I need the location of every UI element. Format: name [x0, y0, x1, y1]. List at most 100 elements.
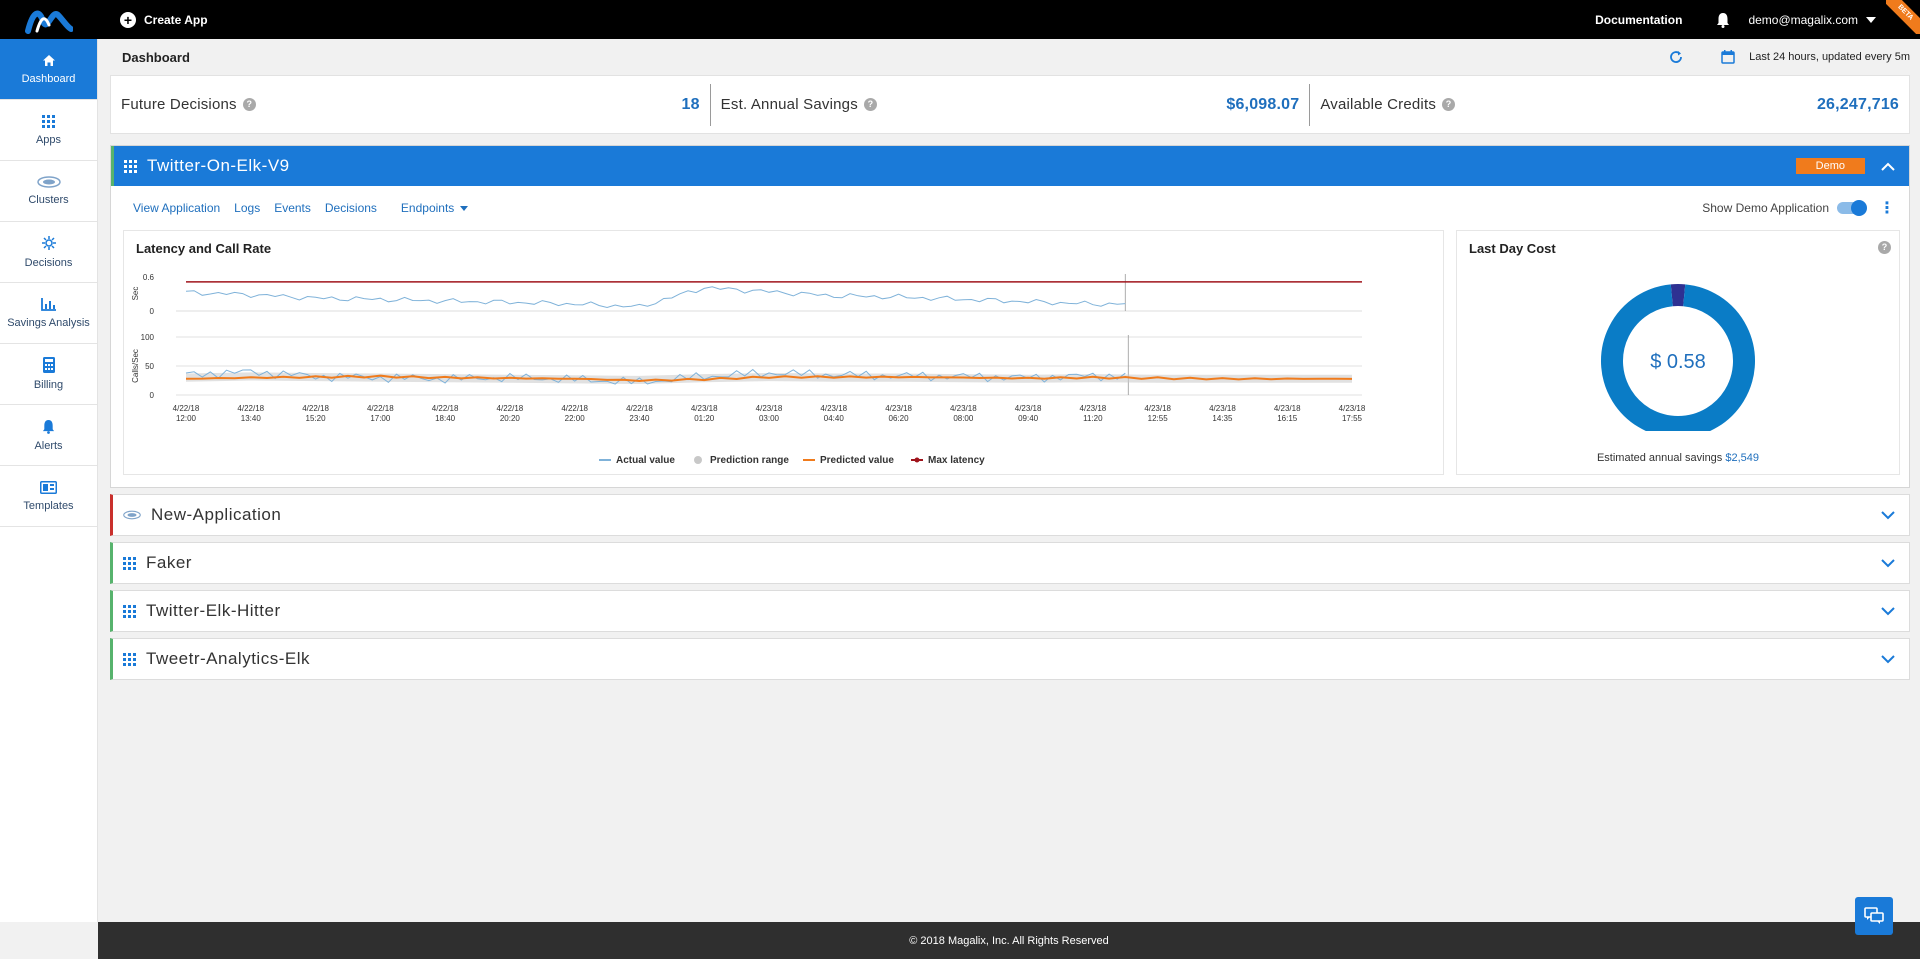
y-axis-label: Sec: [131, 287, 140, 301]
events-link[interactable]: Events: [274, 201, 311, 215]
app-toolbar: View Application Logs Events Decisions E…: [111, 186, 1909, 230]
grid-icon: [124, 159, 137, 173]
sidebar-item-decisions[interactable]: Decisions: [0, 222, 97, 283]
y-axis-label: Calls/Sec: [131, 349, 140, 383]
chevron-down-icon[interactable]: [1881, 606, 1895, 616]
user-menu[interactable]: demo@magalix.com: [1748, 13, 1876, 27]
x-tick-date: 4/23/18: [1015, 404, 1042, 413]
legend-label: Prediction range: [710, 455, 789, 466]
bell-icon: [42, 419, 55, 434]
x-tick-label: 4/23/18 09:40: [1015, 404, 1042, 423]
cost-donut-chart: $ 0.58: [1601, 284, 1755, 438]
sidebar-item-label: Savings Analysis: [7, 317, 90, 329]
sidebar-item-label: Decisions: [24, 257, 73, 269]
chevron-down-icon[interactable]: [1881, 510, 1895, 520]
chat-icon: [1864, 907, 1884, 924]
chevron-down-icon[interactable]: [1881, 558, 1895, 568]
view-application-link[interactable]: View Application: [133, 201, 220, 215]
app-row[interactable]: New-Application: [110, 494, 1910, 536]
x-tick-date: 4/22/18: [432, 404, 459, 413]
x-tick-time: 06:20: [889, 414, 910, 423]
legend-marker: [914, 457, 920, 463]
sidebar-item-label: Dashboard: [21, 72, 76, 85]
create-app-label: Create App: [144, 12, 208, 27]
app-header[interactable]: Twitter-On-Elk-V9 Demo: [111, 146, 1909, 186]
latency-call-rate-chart: 0.60Sec100500Calls/Sec4/22/18 12:004/22/1…: [131, 273, 1366, 466]
documentation-link[interactable]: Documentation: [1595, 13, 1682, 27]
magalix-logo[interactable]: [0, 0, 98, 39]
x-tick-date: 4/23/18: [1209, 404, 1236, 413]
sidebar-item-apps[interactable]: Apps: [0, 100, 97, 161]
endpoints-label: Endpoints: [400, 201, 455, 215]
sidebar-item-dashboard[interactable]: Dashboard: [0, 39, 97, 100]
x-tick-date: 4/22/18: [302, 404, 329, 413]
sidebar-item-label: Alerts: [34, 439, 63, 452]
main-content: Dashboard Last 24 hours, updated every 5…: [110, 39, 1910, 680]
help-icon[interactable]: ?: [242, 98, 256, 111]
legend-item: Prediction range: [694, 455, 789, 466]
demo-badge: Demo: [1795, 158, 1865, 174]
stat-value: $6,098.07: [1226, 95, 1300, 113]
chart-title: Latency and Call Rate: [136, 241, 272, 256]
x-tick-time: 15:20: [306, 414, 327, 423]
calendar-icon[interactable]: [1721, 50, 1735, 64]
app-panel-expanded: Twitter-On-Elk-V9 Demo View Application …: [110, 145, 1910, 488]
grid-icon: [42, 114, 55, 128]
x-tick-date: 4/22/18: [173, 404, 200, 413]
chat-button[interactable]: [1855, 897, 1893, 935]
x-tick-time: 23:40: [629, 414, 650, 423]
sidebar-item-savings-analysis[interactable]: Savings Analysis: [0, 283, 97, 344]
app-name: New-Application: [151, 505, 282, 524]
home-icon: [42, 54, 55, 66]
x-tick-label: 4/23/18 17:55: [1339, 404, 1366, 423]
logo-icon: [25, 10, 73, 34]
grid-icon: [123, 652, 136, 666]
x-tick-time: 22:00: [565, 414, 586, 423]
x-tick-time: 11:20: [1083, 414, 1103, 423]
decisions-link[interactable]: Decisions: [325, 201, 377, 215]
x-tick-time: 03:00: [759, 414, 780, 423]
x-tick-time: 08:00: [953, 414, 974, 423]
decisions-icon: [41, 236, 56, 250]
app-row[interactable]: Twitter-Elk-Hitter: [110, 590, 1910, 632]
sidebar-item-label: Billing: [33, 379, 64, 391]
page-header: Dashboard Last 24 hours, updated every 5…: [110, 39, 1910, 75]
create-app-button[interactable]: + Create App: [120, 11, 208, 28]
page-title: Dashboard: [122, 49, 190, 65]
notifications-bell-icon[interactable]: [1716, 12, 1730, 28]
sidebar-item-billing[interactable]: Billing: [0, 344, 97, 405]
x-tick-label: 4/22/18 13:40: [237, 404, 264, 423]
x-tick-date: 4/22/18: [497, 404, 524, 413]
sidebar-item-templates[interactable]: Templates: [0, 466, 97, 527]
stats-bar: Future Decisions ? 18 Est. Annual Saving…: [110, 75, 1910, 134]
cost-card: Last Day Cost ? $ 0.58 Estimated annual …: [1456, 230, 1900, 475]
more-options-icon[interactable]: ⋮: [1879, 198, 1895, 218]
chevron-down-icon[interactable]: [1881, 654, 1895, 664]
x-tick-label: 4/22/18 15:20: [302, 404, 329, 423]
app-row[interactable]: Tweetr-Analytics-Elk: [110, 638, 1910, 680]
legend-label: Predicted value: [820, 455, 894, 466]
estimated-savings-value: $2,549: [1725, 452, 1760, 464]
refresh-icon[interactable]: [1669, 50, 1683, 64]
estimated-savings: Estimated annual savings $2,549: [1457, 452, 1899, 464]
cluster-icon: [36, 176, 61, 188]
x-tick-label: 4/22/18 17:00: [367, 404, 394, 423]
endpoints-dropdown[interactable]: Endpoints: [400, 201, 469, 215]
x-tick-time: 13:40: [241, 414, 262, 423]
x-tick-date: 4/23/18: [1339, 404, 1366, 413]
sidebar-item-clusters[interactable]: Clusters: [0, 161, 97, 222]
plus-icon: +: [120, 11, 136, 28]
help-icon[interactable]: ?: [1878, 241, 1891, 254]
app-row[interactable]: Faker: [110, 542, 1910, 584]
help-icon[interactable]: ?: [863, 98, 877, 111]
help-icon[interactable]: ?: [1442, 98, 1456, 111]
sidebar-item-alerts[interactable]: Alerts: [0, 405, 97, 466]
chevron-up-icon[interactable]: [1881, 162, 1895, 171]
show-demo-toggle[interactable]: [1837, 200, 1867, 216]
x-tick-date: 4/23/18: [885, 404, 912, 413]
stat-value: 18: [681, 95, 700, 113]
legend-swatch: [694, 456, 702, 464]
x-tick-date: 4/23/18: [756, 404, 783, 413]
logs-link[interactable]: Logs: [234, 201, 260, 215]
x-tick-date: 4/23/18: [950, 404, 977, 413]
